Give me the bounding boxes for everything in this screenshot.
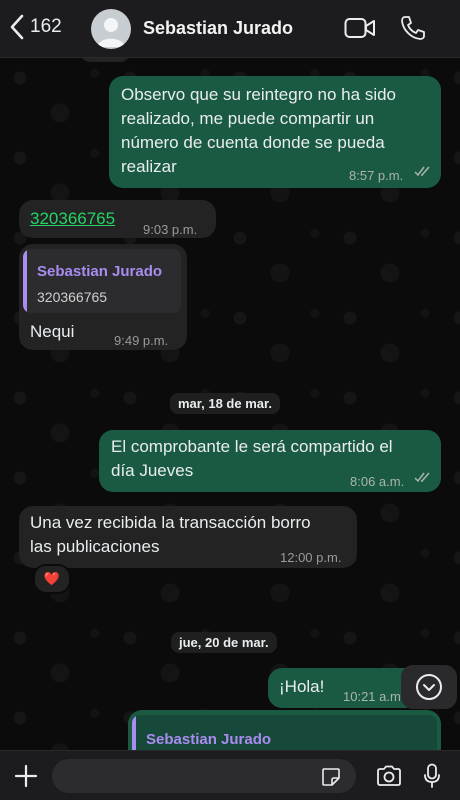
message-time: 9:03 p.m.: [143, 222, 198, 237]
incoming-reply-message[interactable]: Sebastian Jurado 320366765 Nequi 9:49 p.…: [19, 244, 187, 350]
sticker-icon[interactable]: [321, 767, 341, 787]
back-button[interactable]: 162: [10, 14, 62, 40]
message-time: 12:00 p.m.: [280, 550, 342, 565]
camera-icon[interactable]: [376, 765, 402, 787]
scroll-to-bottom-button[interactable]: [401, 665, 457, 709]
outgoing-message[interactable]: Observo que su reintegro no ha sido real…: [109, 76, 441, 188]
message-time: 10:21 a.m.: [343, 689, 405, 704]
microphone-icon[interactable]: [423, 763, 441, 789]
contact-name[interactable]: Sebastian Jurado: [143, 18, 293, 39]
quote-author: Sebastian Jurado: [37, 263, 163, 280]
quote-text: 320366765: [37, 289, 108, 305]
outgoing-reply-message[interactable]: Sebastian Jurado: [128, 710, 441, 750]
incoming-message[interactable]: 320366765 9:03 p.m.: [19, 200, 216, 238]
message-text: ¡Hola!: [279, 677, 325, 696]
quote-author: Sebastian Jurado: [146, 731, 272, 748]
phone-number-link[interactable]: 320366765: [30, 207, 115, 231]
quote-bar: [132, 715, 136, 750]
incoming-message[interactable]: Una vez recibida la transacción borro la…: [19, 506, 357, 568]
message-time: 9:49 p.m.: [114, 333, 169, 348]
quoted-message[interactable]: Sebastian Jurado: [132, 715, 437, 750]
composer-bar: [0, 750, 460, 800]
avatar[interactable]: [91, 9, 131, 49]
plus-icon[interactable]: [14, 764, 38, 788]
phone-icon[interactable]: [400, 15, 426, 41]
quote-bar: [23, 249, 27, 313]
chat-area[interactable]: Observo que su reintegro no ha sido real…: [0, 58, 460, 750]
chat-header: 162 Sebastian Jurado: [0, 0, 460, 58]
previous-message-edge: [80, 58, 130, 62]
message-line: El comprobante le será compartido el: [111, 437, 393, 456]
video-call-icon[interactable]: [344, 17, 376, 39]
chevron-down-icon: [416, 674, 442, 700]
date-separator: mar, 18 de mar.: [170, 393, 280, 414]
double-check-icon: [414, 166, 430, 177]
message-time: 8:06 a.m.: [350, 474, 405, 489]
heart-reaction-icon: ❤️: [43, 571, 61, 586]
reaction-badge[interactable]: ❤️: [33, 564, 71, 594]
unread-count: 162: [30, 16, 62, 37]
message-input[interactable]: [52, 759, 356, 793]
quoted-message[interactable]: Sebastian Jurado 320366765: [23, 249, 181, 313]
message-text: Una vez recibida la transacción borro la…: [30, 511, 311, 559]
message-line: realizado, me puede compartir un: [121, 109, 375, 128]
message-time: 8:57 p.m.: [349, 168, 404, 183]
double-check-icon: [414, 472, 430, 483]
message-line: las publicaciones: [30, 537, 160, 556]
message-text: Nequi: [30, 322, 75, 341]
message-line: Observo que su reintegro no ha sido: [121, 85, 397, 104]
outgoing-message[interactable]: El comprobante le será compartido el día…: [99, 430, 441, 492]
message-line: número de cuenta donde se pueda: [121, 133, 385, 152]
chevron-left-icon: [10, 14, 24, 40]
date-separator: jue, 20 de mar.: [171, 632, 277, 653]
message-line: Una vez recibida la transacción borro: [30, 513, 311, 532]
default-avatar-icon: [97, 18, 125, 47]
